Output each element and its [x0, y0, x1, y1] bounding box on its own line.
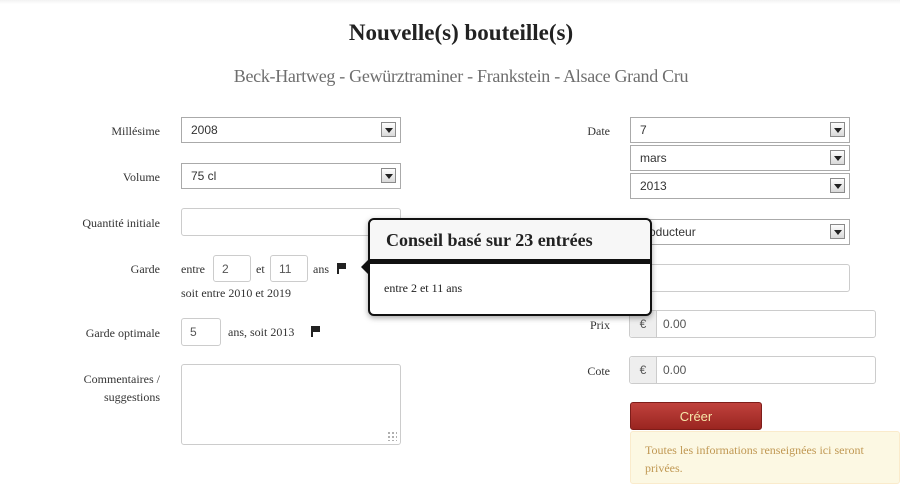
- secondary-input[interactable]: [630, 264, 850, 292]
- date-day-select[interactable]: 7: [630, 117, 850, 143]
- date-day-value: 7: [640, 123, 647, 137]
- garde-range-text: soit entre 2010 et 2019: [181, 286, 291, 300]
- garde-optimale-suffix: ans, soit 2013: [228, 325, 295, 339]
- wine-subtitle: Beck-Hartweg - Gewürztraminer - Frankste…: [233, 66, 689, 86]
- resize-grip-icon[interactable]: [387, 431, 397, 441]
- date-month-value: mars: [640, 151, 667, 165]
- cote-input[interactable]: € 0.00: [629, 356, 876, 384]
- comments-label-line2: suggestions: [103, 390, 160, 404]
- flag-icon[interactable]: [311, 326, 320, 337]
- dropdown-arrow-icon[interactable]: [830, 224, 845, 239]
- garde-max-input[interactable]: 11: [270, 255, 308, 282]
- comments-label-line1: Commentaires /: [83, 372, 160, 386]
- dropdown-arrow-icon[interactable]: [830, 150, 845, 165]
- euro-icon: €: [630, 357, 657, 383]
- dropdown-arrow-icon[interactable]: [381, 168, 396, 183]
- prix-label: Prix: [589, 318, 610, 332]
- producer-select[interactable]: oducteur: [630, 219, 850, 245]
- millesime-label: Millésime: [111, 124, 160, 138]
- quantite-label: Quantité initiale: [82, 216, 160, 230]
- popover-arrow: [361, 259, 369, 275]
- advice-popover: Conseil basé sur 23 entrées entre 2 et 1…: [361, 218, 652, 316]
- garde-label: Garde: [130, 262, 160, 276]
- prix-value: 0.00: [663, 317, 687, 331]
- date-month-select[interactable]: mars: [630, 145, 850, 171]
- volume-label: Volume: [122, 170, 160, 184]
- privacy-notice: Toutes les informations renseignées ici …: [630, 431, 900, 484]
- page-title: Nouvelle(s) bouteille(s): [348, 20, 574, 45]
- popover-title: Conseil basé sur 23 entrées: [370, 220, 650, 264]
- popover-content: entre 2 et 11 ans: [384, 281, 463, 295]
- garde-optimale-input[interactable]: 5: [181, 318, 221, 346]
- cote-value: 0.00: [663, 363, 687, 377]
- volume-select[interactable]: 75 cl: [181, 163, 401, 189]
- date-year-select[interactable]: 2013: [630, 173, 850, 199]
- garde-min-input[interactable]: 2: [213, 255, 251, 282]
- volume-value: 75 cl: [191, 169, 217, 183]
- flag-icon[interactable]: [337, 263, 346, 274]
- producer-value: oducteur: [649, 225, 696, 239]
- millesime-select[interactable]: 2008: [181, 117, 401, 143]
- date-year-value: 2013: [640, 179, 667, 193]
- cote-label: Cote: [587, 364, 610, 378]
- prix-input[interactable]: € 0.00: [629, 310, 876, 338]
- millesime-value: 2008: [191, 123, 218, 137]
- date-label: Date: [587, 124, 610, 138]
- dropdown-arrow-icon[interactable]: [830, 178, 845, 193]
- comments-textarea[interactable]: [181, 364, 401, 445]
- top-border: [0, 0, 900, 4]
- garde-ans-text: ans: [313, 262, 329, 276]
- dropdown-arrow-icon[interactable]: [381, 122, 396, 137]
- create-button[interactable]: Créer: [630, 402, 762, 430]
- dropdown-arrow-icon[interactable]: [830, 122, 845, 137]
- garde-optimale-label: Garde optimale: [85, 326, 160, 340]
- garde-et-text: et: [256, 262, 265, 276]
- garde-entre-text: entre: [181, 262, 205, 276]
